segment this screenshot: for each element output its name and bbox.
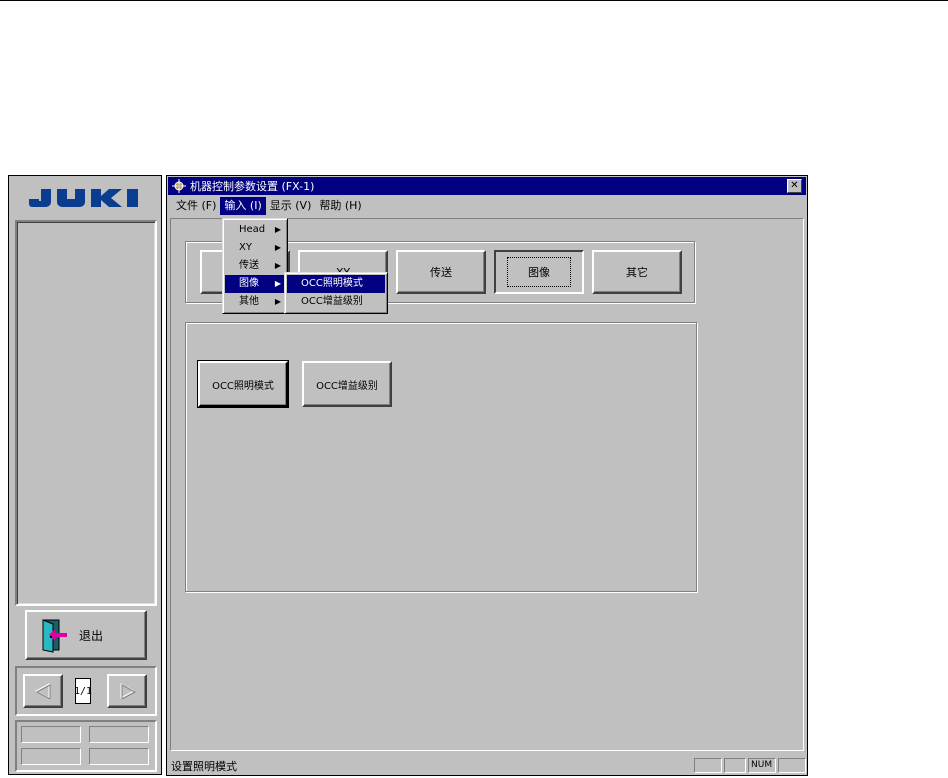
occ-lighting-mode-button[interactable]: OCC照明模式	[197, 360, 289, 408]
tab-other[interactable]: 其它	[592, 250, 682, 294]
next-page-button[interactable]	[107, 674, 147, 708]
submenu-arrow-icon: ▶	[274, 261, 281, 270]
page-indicator: 1/1	[74, 678, 92, 704]
slot-cell	[89, 726, 149, 743]
submenu-item-occ-lighting-mode[interactable]: OCC照明模式	[287, 275, 385, 293]
tab-image-label: 图像	[507, 257, 571, 287]
menu-item-head[interactable]: Head ▶	[225, 221, 285, 239]
window-title: 机器控制参数设置 (FX-1)	[190, 180, 315, 193]
submenu-arrow-icon: ▶	[274, 279, 281, 288]
status-cell	[694, 758, 722, 773]
status-cell	[778, 758, 806, 773]
left-blank-area	[15, 220, 157, 606]
image-submenu-dropdown: OCC照明模式 OCC增益级别	[284, 272, 388, 314]
menu-item-other[interactable]: 其他 ▶	[225, 293, 285, 311]
menu-file[interactable]: 文件 (F)	[172, 197, 220, 215]
input-menu-dropdown: Head ▶ XY ▶ 传送 ▶ 图像 ▶ 其他 ▶	[222, 218, 288, 314]
previous-page-button[interactable]	[23, 674, 63, 708]
status-num-indicator: NUM	[748, 758, 776, 773]
submenu-item-occ-gain-level[interactable]: OCC增益级别	[287, 293, 385, 311]
exit-button[interactable]: 退出	[25, 610, 147, 660]
menu-view[interactable]: 显示 (V)	[266, 197, 316, 215]
menu-item-transfer[interactable]: 传送 ▶	[225, 257, 285, 275]
occ-gain-level-button[interactable]: OCC增益级别	[302, 361, 392, 407]
top-border-line	[0, 0, 948, 1]
menu-item-image-label: 图像	[239, 278, 259, 289]
menu-item-other-label: 其他	[239, 296, 259, 307]
title-bar: 机器控制参数设置 (FX-1) ✕	[168, 177, 806, 195]
status-cell	[724, 758, 746, 773]
tab-transfer[interactable]: 传送	[396, 250, 486, 294]
slot-cell	[21, 726, 81, 743]
exit-label: 退出	[79, 628, 104, 643]
submenu-arrow-icon: ▶	[274, 243, 281, 252]
menu-item-head-label: Head	[239, 224, 266, 235]
pager: 1/1	[15, 666, 157, 716]
juki-logo	[13, 180, 159, 216]
triangle-left-icon	[34, 683, 51, 699]
status-text: 设置照明模式	[171, 759, 237, 773]
juki-logo-icon	[29, 189, 138, 207]
gear-icon	[172, 179, 186, 193]
exit-door-icon	[42, 619, 67, 653]
menu-bar: 文件 (F) 输入 (I) 显示 (V) 帮助 (H)	[168, 196, 806, 216]
submenu-arrow-icon: ▶	[274, 225, 281, 234]
menu-item-xy-label: XY	[239, 242, 252, 253]
close-icon: ✕	[790, 180, 799, 191]
menu-item-xy[interactable]: XY ▶	[225, 239, 285, 257]
menu-item-transfer-label: 传送	[239, 260, 259, 271]
tab-image[interactable]: 图像	[494, 250, 584, 294]
slot-cell	[89, 748, 149, 765]
status-bar: 设置照明模式 NUM	[168, 756, 806, 775]
menu-input[interactable]: 输入 (I)	[220, 197, 266, 215]
close-button[interactable]: ✕	[787, 179, 802, 193]
menu-help[interactable]: 帮助 (H)	[315, 197, 365, 215]
left-control-panel: 退出 1/1	[8, 175, 162, 775]
submenu-arrow-icon: ▶	[274, 297, 281, 306]
image-settings-panel: OCC照明模式 OCC增益级别	[185, 322, 697, 592]
menu-item-image[interactable]: 图像 ▶	[225, 275, 285, 293]
slot-grid	[15, 720, 157, 772]
slot-cell	[21, 748, 81, 765]
triangle-right-icon	[120, 683, 137, 699]
